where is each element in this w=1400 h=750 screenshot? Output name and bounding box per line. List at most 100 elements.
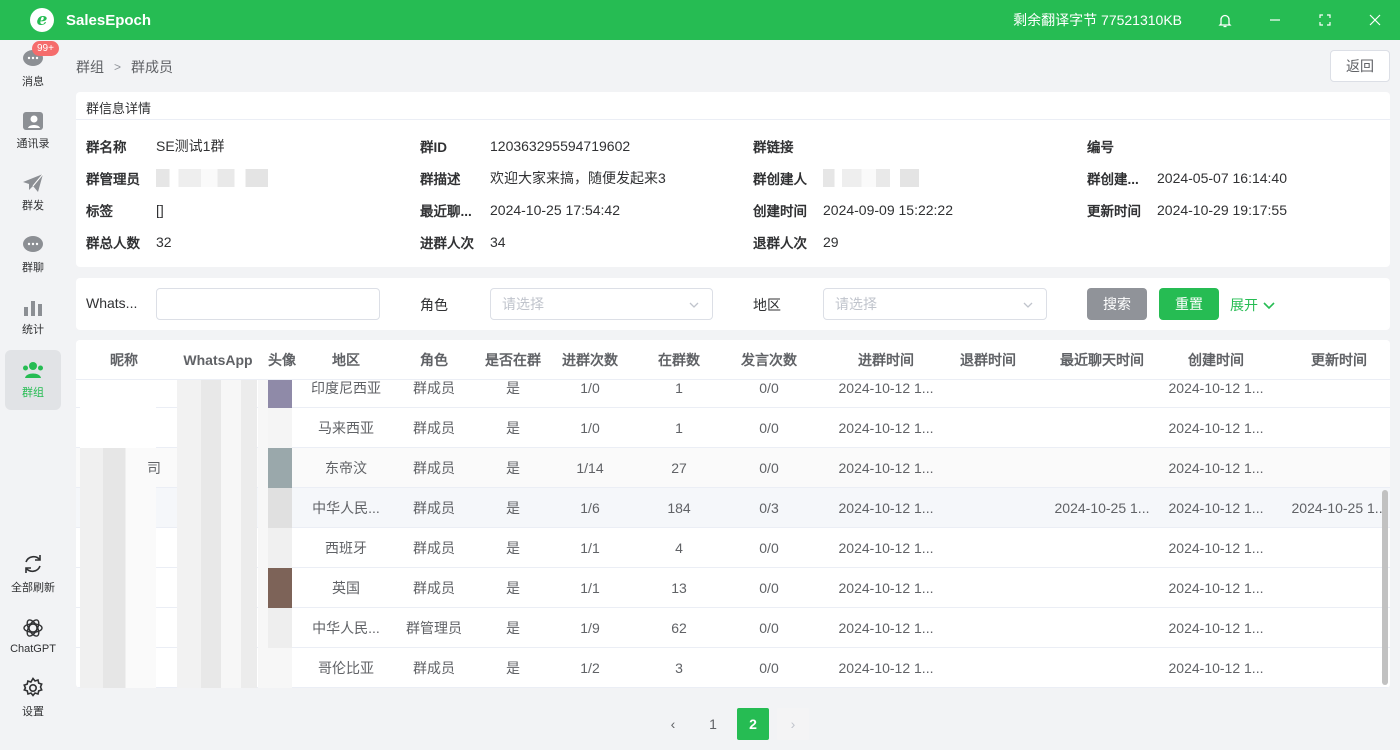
cell-leave-time	[940, 408, 1036, 448]
pagination: ‹ 1 2 ›	[657, 708, 809, 740]
quota-text: 剩余翻译字节 77521310KB	[1013, 12, 1182, 28]
field-value: []	[156, 202, 164, 218]
expand-toggle[interactable]: 展开	[1230, 295, 1276, 315]
vertical-scrollbar[interactable]	[1382, 490, 1388, 685]
field-value: 2024-09-09 15:22:22	[823, 202, 953, 218]
sidebar-item-contacts[interactable]: 通讯录	[5, 102, 61, 160]
nickname-fragment: 司	[147, 460, 161, 476]
sidebar-label: 群发	[22, 200, 44, 212]
chevron-down-icon	[689, 302, 699, 308]
cell-in-group: 是	[506, 580, 520, 596]
table-row[interactable]: 哥伦比亚 群成员 是 1/2 3 0/0 2024-10-12 1... 2024-10-12…	[76, 648, 1390, 688]
region-placeholder: 请选择	[835, 296, 877, 312]
table-row[interactable]: 中华人民... 群成员 是 1/6 184 0/3 2024-10-12 1... 2024-…	[76, 488, 1390, 528]
cell-region: 马来西亚	[318, 420, 374, 436]
sidebar-label: 统计	[22, 324, 44, 336]
page-2-button[interactable]: 2	[737, 708, 769, 740]
next-page-button[interactable]: ›	[777, 708, 809, 740]
region-select[interactable]: 请选择	[823, 288, 1047, 320]
group-chat-icon	[23, 236, 43, 252]
sidebar-label: 群组	[22, 387, 44, 399]
sidebar-item-chatgpt[interactable]: ChatGPT	[5, 607, 61, 665]
cell-join-time: 2024-10-12 1...	[838, 500, 934, 516]
cell-count: 27	[671, 460, 687, 476]
sidebar-label: ChatGPT	[10, 643, 56, 655]
cell-in-group: 是	[506, 660, 520, 676]
cell-region: 中华人民...	[312, 500, 380, 516]
reset-button[interactable]: 重置	[1159, 288, 1219, 320]
field-join-count: 进群人次 34	[420, 232, 506, 252]
field-value: 32	[156, 234, 172, 250]
page-1-button[interactable]: 1	[697, 708, 729, 740]
chevron-right-icon: >	[114, 60, 122, 74]
cell-leave-time	[940, 448, 1036, 488]
cell-last-chat: 2024-10-25 1...	[1054, 500, 1150, 516]
expand-label: 展开	[1230, 297, 1258, 313]
cell-joins: 1/2	[580, 660, 600, 676]
cell-joins: 1/14	[576, 460, 604, 476]
field-total-members: 群总人数 32	[86, 232, 172, 252]
cell-count: 13	[671, 580, 687, 596]
prev-page-button[interactable]: ‹	[657, 708, 689, 740]
cell-speaks: 0/0	[759, 540, 779, 556]
search-button[interactable]: 搜索	[1087, 288, 1147, 320]
field-update-time: 更新时间 2024-10-29 19:17:55	[1087, 200, 1287, 220]
cell-leave-time	[940, 608, 1036, 648]
avatar	[258, 408, 292, 448]
group-info-card: 群信息详情 群名称 SE测试1群 群ID 120363295594719602 …	[76, 92, 1390, 267]
cell-speaks: 0/0	[759, 620, 779, 636]
sidebar-item-group-chat[interactable]: 群聊	[5, 226, 61, 284]
breadcrumb-parent[interactable]: 群组	[76, 57, 104, 77]
field-value: 2024-10-29 19:17:55	[1157, 202, 1287, 218]
field-number: 编号	[1087, 136, 1157, 156]
cell-updated	[1289, 528, 1389, 568]
table-header: 昵称 WhatsApp 头像 地区 角色 是否在群 进群次数 在群数 发言次数 进群时间 退群时间最…	[76, 340, 1390, 380]
maximize-icon[interactable]	[1300, 0, 1350, 40]
back-button[interactable]: 返回	[1330, 50, 1390, 82]
sidebar-item-messages[interactable]: 消息 99+	[5, 40, 61, 98]
table-row[interactable]: 司 东帝汶 群成员 是 1/14 27 0/0 2024-10-12 1... 2024-10-…	[76, 448, 1390, 488]
cell-in-group: 是	[506, 460, 520, 476]
table-row[interactable]: 西班牙 群成员 是 1/1 4 0/0 2024-10-12 1... 2024-10-12 …	[76, 528, 1390, 568]
cell-created: 2024-10-12 1...	[1168, 500, 1264, 516]
cell-join-time: 2024-10-12 1...	[838, 460, 934, 476]
table-row[interactable]: 马来西亚 群成员 是 1/0 1 0/0 2024-10-12 1... 2024-10-12…	[76, 408, 1390, 448]
bell-icon[interactable]	[1200, 0, 1250, 40]
minimize-icon[interactable]	[1250, 0, 1300, 40]
cell-join-time: 2024-10-12 1...	[838, 620, 934, 636]
role-placeholder: 请选择	[502, 296, 544, 312]
whatsapp-input[interactable]	[156, 288, 380, 320]
app-logo-icon: e	[30, 8, 54, 32]
column-header: 是否在群	[485, 352, 541, 368]
close-icon[interactable]	[1350, 0, 1400, 40]
members-table: 印度尼西亚 群成员是 1/0 1 0/0 2024-10-12 1... 2024-10-1…	[76, 340, 1390, 688]
cell-joins: 1/1	[580, 540, 600, 556]
field-leave-count: 退群人次 29	[753, 232, 839, 252]
role-select[interactable]: 请选择	[490, 288, 713, 320]
contacts-icon	[23, 112, 43, 130]
sidebar: 消息 99+ 通讯录 群发 群聊 统计 群组 全部刷新 ChatGPT 设置	[0, 40, 66, 750]
redacted-nickname	[80, 408, 156, 448]
cell-join-time: 2024-10-12 1...	[838, 580, 934, 596]
table-row[interactable]: 英国 群成员 是 1/1 13 0/0 2024-10-12 1... 2024-10-12 …	[76, 568, 1390, 608]
field-group-name: 群名称 SE测试1群	[86, 136, 224, 156]
redacted-whatsapp	[177, 528, 257, 568]
table-row[interactable]: 中华人民... 群管理员 是 1/9 62 0/0 2024-10-12 1... 2024-…	[76, 608, 1390, 648]
cell-count: 1	[675, 420, 683, 436]
sidebar-item-refresh-all[interactable]: 全部刷新	[5, 545, 61, 603]
field-label: 最近聊...	[420, 204, 472, 219]
sidebar-label: 消息	[22, 76, 44, 88]
column-header: 最近聊天时间	[1060, 352, 1144, 368]
redacted-nickname	[80, 488, 156, 528]
field-label: 群链接	[753, 140, 794, 155]
redacted-value	[823, 169, 919, 187]
cell-speaks: 0/0	[759, 580, 779, 596]
sidebar-item-groups[interactable]: 群组	[5, 350, 61, 410]
sidebar-item-broadcast[interactable]: 群发	[5, 164, 61, 222]
avatar	[258, 648, 292, 688]
sidebar-item-stats[interactable]: 统计	[5, 288, 61, 346]
sidebar-item-settings[interactable]: 设置	[5, 669, 61, 727]
field-group-creator: 群创建人	[753, 168, 919, 188]
field-value: 34	[490, 234, 506, 250]
column-header: 退群时间	[960, 352, 1016, 368]
